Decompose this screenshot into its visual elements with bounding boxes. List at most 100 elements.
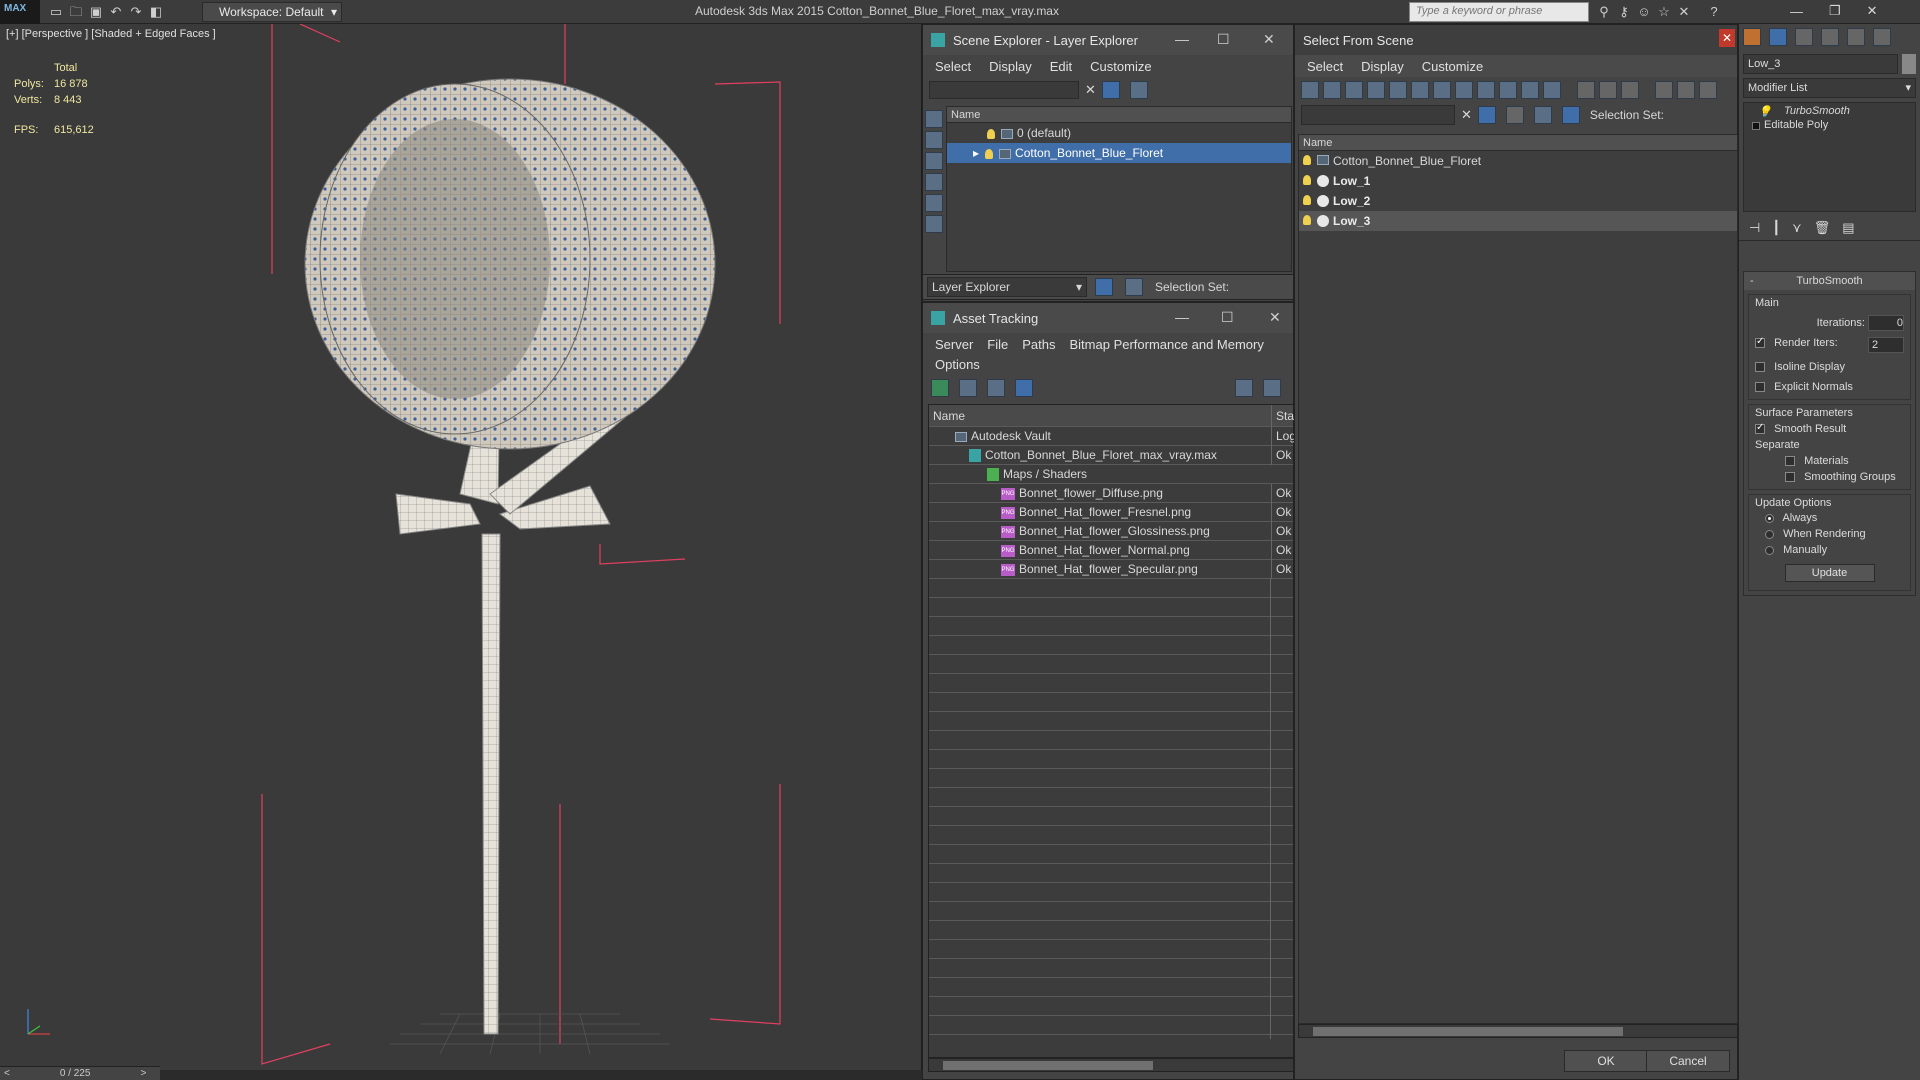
open-file-icon[interactable]: 🗀: [66, 3, 86, 21]
scrollbar-thumb[interactable]: [943, 1061, 1153, 1070]
modifier-stack-item[interactable]: 💡 TurboSmooth: [1744, 103, 1915, 118]
display-tab-icon[interactable]: [1847, 28, 1865, 46]
visibility-bulb-icon[interactable]: [1303, 175, 1311, 185]
undo-icon[interactable]: ↶: [106, 3, 126, 21]
maximize-icon[interactable]: ☐: [1221, 309, 1234, 326]
help-icon[interactable]: [1235, 379, 1253, 397]
filter-frozen-icon[interactable]: [1521, 81, 1539, 99]
remove-modifier-icon[interactable]: 🗑: [1814, 220, 1831, 236]
star-icon[interactable]: ☆: [1654, 3, 1674, 21]
materials-checkbox[interactable]: [1785, 456, 1795, 467]
table-view-icon[interactable]: [1015, 379, 1033, 397]
filter-helpers-icon[interactable]: [1389, 81, 1407, 99]
select-from-scene-titlebar[interactable]: Select From Scene ✕: [1295, 25, 1737, 55]
filter-spacewarps-icon[interactable]: [1411, 81, 1429, 99]
layer-explorer-icon[interactable]: [1095, 278, 1113, 296]
update-button[interactable]: Update: [1784, 564, 1875, 582]
app-logo[interactable]: MAX: [0, 0, 40, 24]
chevron-right-icon[interactable]: >: [140, 1068, 146, 1079]
table-row[interactable]: Cotton_Bonnet_Blue_Floret_max_vray.max O…: [929, 446, 1293, 465]
table-row[interactable]: PNG Bonnet_Hat_flower_Glossiness.png Ok: [929, 522, 1293, 541]
make-unique-icon[interactable]: ⋎: [1792, 220, 1802, 236]
minimize-icon[interactable]: —: [1790, 4, 1803, 19]
hierarchy-icon[interactable]: [1677, 81, 1695, 99]
object-name-field[interactable]: Low_3: [1743, 54, 1898, 74]
list-item[interactable]: Low_2: [1299, 191, 1737, 211]
visibility-bulb-icon[interactable]: [1303, 215, 1311, 225]
show-end-result-icon[interactable]: ┃: [1772, 220, 1780, 236]
modify-tab-icon[interactable]: [1769, 28, 1787, 46]
close-icon[interactable]: ✕: [1867, 3, 1878, 19]
close-icon[interactable]: ✕: [1719, 29, 1735, 47]
filter-icon[interactable]: [1655, 81, 1673, 99]
table-row[interactable]: PNG Bonnet_Hat_flower_Normal.png Ok: [929, 541, 1293, 560]
ok-button[interactable]: OK: [1564, 1050, 1648, 1072]
filter-cameras-icon[interactable]: [1367, 81, 1385, 99]
display-helpers-icon[interactable]: [925, 194, 943, 212]
redo-icon[interactable]: ↷: [126, 3, 146, 21]
filter-hidden-icon[interactable]: [1543, 81, 1561, 99]
menu-paths[interactable]: Paths: [1022, 337, 1055, 352]
minimize-icon[interactable]: —: [1175, 31, 1189, 47]
collapse-icon[interactable]: -: [1750, 272, 1754, 290]
close-icon[interactable]: ✕: [1263, 31, 1275, 48]
layer-row[interactable]: 0 (default): [947, 123, 1291, 143]
restore-icon[interactable]: ❐: [1829, 3, 1841, 19]
maximize-icon[interactable]: ☐: [1217, 31, 1230, 48]
save-icon[interactable]: ▣: [86, 3, 106, 21]
visibility-bulb-icon[interactable]: [985, 148, 994, 159]
binoculars-icon[interactable]: ⚲: [1594, 3, 1614, 21]
close-icon[interactable]: ✕: [1269, 309, 1281, 326]
perspective-viewport[interactable]: [+] [Perspective ] [Shaded + Edged Faces…: [0, 24, 922, 1070]
select-none-icon[interactable]: [1599, 81, 1617, 99]
filter-bones-icon[interactable]: [1477, 81, 1495, 99]
layer-options-icon[interactable]: [1129, 81, 1148, 99]
filter-geometry-icon[interactable]: [1301, 81, 1319, 99]
motion-tab-icon[interactable]: [1821, 28, 1839, 46]
filter-icon[interactable]: [1101, 81, 1120, 99]
workspace-dropdown[interactable]: Workspace: Default ▾: [202, 2, 342, 22]
select-all-icon[interactable]: [1577, 81, 1595, 99]
create-tab-icon[interactable]: [1743, 28, 1761, 46]
hierarchy-tab-icon[interactable]: [1795, 28, 1813, 46]
table-row[interactable]: PNG Bonnet_Hat_flower_Fresnel.png Ok: [929, 503, 1293, 522]
new-file-icon[interactable]: ▭: [46, 3, 66, 21]
display-shapes-icon[interactable]: [925, 131, 943, 149]
menu-options[interactable]: Options: [935, 357, 980, 372]
menu-edit[interactable]: Edit: [1050, 59, 1072, 74]
menu-display[interactable]: Display: [1361, 59, 1404, 74]
cancel-button[interactable]: Cancel: [1646, 1050, 1730, 1072]
column-header-name[interactable]: Name: [929, 405, 1265, 427]
menu-file[interactable]: File: [987, 337, 1008, 352]
menu-server[interactable]: Server: [935, 337, 973, 352]
iterations-spinner[interactable]: 0: [1868, 315, 1904, 331]
list-item-selected[interactable]: Low_3: [1299, 211, 1737, 231]
filter-xrefs-icon[interactable]: [1455, 81, 1473, 99]
menu-select[interactable]: Select: [1307, 59, 1343, 74]
table-row[interactable]: PNG Bonnet_flower_Diffuse.png Ok: [929, 484, 1293, 503]
scrollbar-thumb[interactable]: [1313, 1027, 1623, 1036]
display-geometry-icon[interactable]: [925, 110, 943, 128]
thumbnail-view-icon[interactable]: [987, 379, 1005, 397]
render-iters-checkbox[interactable]: [1755, 336, 1765, 349]
menu-bitmap-performance[interactable]: Bitmap Performance and Memory: [1070, 337, 1264, 352]
when-rendering-radio[interactable]: [1765, 529, 1774, 539]
visibility-bulb-icon[interactable]: [1303, 195, 1311, 205]
options-icon[interactable]: [1505, 106, 1524, 124]
filter-shapes-icon[interactable]: [1323, 81, 1341, 99]
filter-lights-icon[interactable]: [1345, 81, 1363, 99]
column-header-name[interactable]: Name: [1299, 135, 1737, 151]
list-item[interactable]: Cotton_Bonnet_Blue_Floret: [1299, 151, 1737, 171]
manually-radio[interactable]: [1765, 545, 1774, 555]
visibility-bulb-icon[interactable]: [987, 128, 995, 139]
search-input[interactable]: Type a keyword or phrase: [1409, 2, 1589, 22]
display-layers-icon[interactable]: [925, 215, 943, 233]
display-cameras-icon[interactable]: [925, 173, 943, 191]
smoothing-groups-checkbox[interactable]: [1785, 472, 1795, 483]
filter-containers-icon[interactable]: [1499, 81, 1517, 99]
menu-display[interactable]: Display: [989, 59, 1032, 74]
filter-active-icon[interactable]: [1477, 106, 1496, 124]
render-iters-spinner[interactable]: 2: [1868, 337, 1904, 353]
object-color-swatch[interactable]: [1902, 54, 1916, 74]
project-folder-icon[interactable]: ◧: [146, 3, 166, 21]
